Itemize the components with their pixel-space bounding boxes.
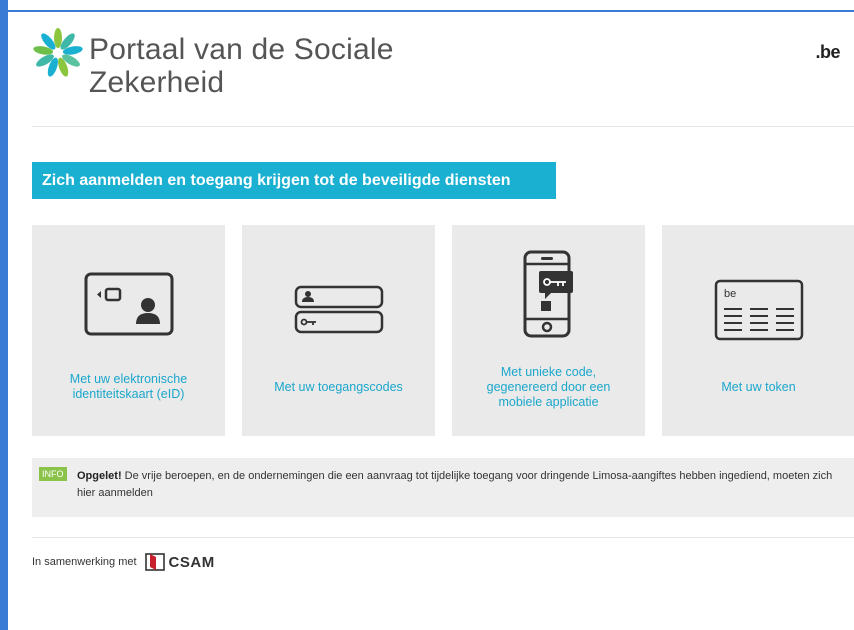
footer-divider xyxy=(32,537,854,538)
login-options: Met uw elektronische identiteitskaart (e… xyxy=(32,225,854,436)
be-portal-link[interactable]: .be xyxy=(815,42,840,63)
mobile-app-icon xyxy=(523,250,573,338)
window-frame-left xyxy=(0,0,8,630)
site-title-line2: Zekerheid xyxy=(89,66,225,99)
token-card-icon: be xyxy=(714,279,803,341)
info-notice: INFO Opgelet! De vrije beroepen, en de o… xyxy=(32,458,854,517)
site-title-line1: Portaal van de Sociale xyxy=(89,33,394,66)
info-message: De vrije beroepen, en de ondernemingen d… xyxy=(77,470,833,499)
token-icon-text: be xyxy=(724,288,736,300)
window-frame-top xyxy=(8,10,854,12)
login-codes-icon xyxy=(294,285,383,334)
flower-logo-icon[interactable] xyxy=(32,26,84,80)
info-badge: INFO xyxy=(39,467,67,481)
header-divider xyxy=(32,126,854,127)
page-title-banner: Zich aanmelden en toegang krijgen tot de… xyxy=(32,162,556,199)
site-title[interactable]: Portaal van de Sociale Zekerheid xyxy=(89,33,394,99)
csam-logo-icon[interactable] xyxy=(144,552,165,572)
footer: In samenwerking met CSAM xyxy=(32,550,215,574)
info-warning-label: Opgelet! xyxy=(77,470,122,482)
login-option-codes-label: Met uw toegangscodes xyxy=(274,380,403,394)
csam-link[interactable]: CSAM xyxy=(169,554,215,571)
eid-card-icon xyxy=(84,272,173,336)
login-option-eid-label: Met uw elektronische identiteitskaart (e… xyxy=(69,372,188,401)
login-option-eid[interactable]: Met uw elektronische identiteitskaart (e… xyxy=(32,225,225,436)
login-option-token[interactable]: be Met uw token xyxy=(662,225,854,436)
login-option-token-label: Met uw token xyxy=(721,380,796,394)
site-header: Portaal van de Sociale Zekerheid .be xyxy=(32,26,854,104)
login-option-mobile-label: Met unieke code, gegenereerd door een mo… xyxy=(486,365,611,409)
login-option-codes[interactable]: Met uw toegangscodes xyxy=(242,225,435,436)
info-text: Opgelet! De vrije beroepen, en de ondern… xyxy=(77,468,837,502)
footer-text: In samenwerking met xyxy=(32,556,137,568)
login-option-mobile[interactable]: Met unieke code, gegenereerd door een mo… xyxy=(452,225,645,436)
